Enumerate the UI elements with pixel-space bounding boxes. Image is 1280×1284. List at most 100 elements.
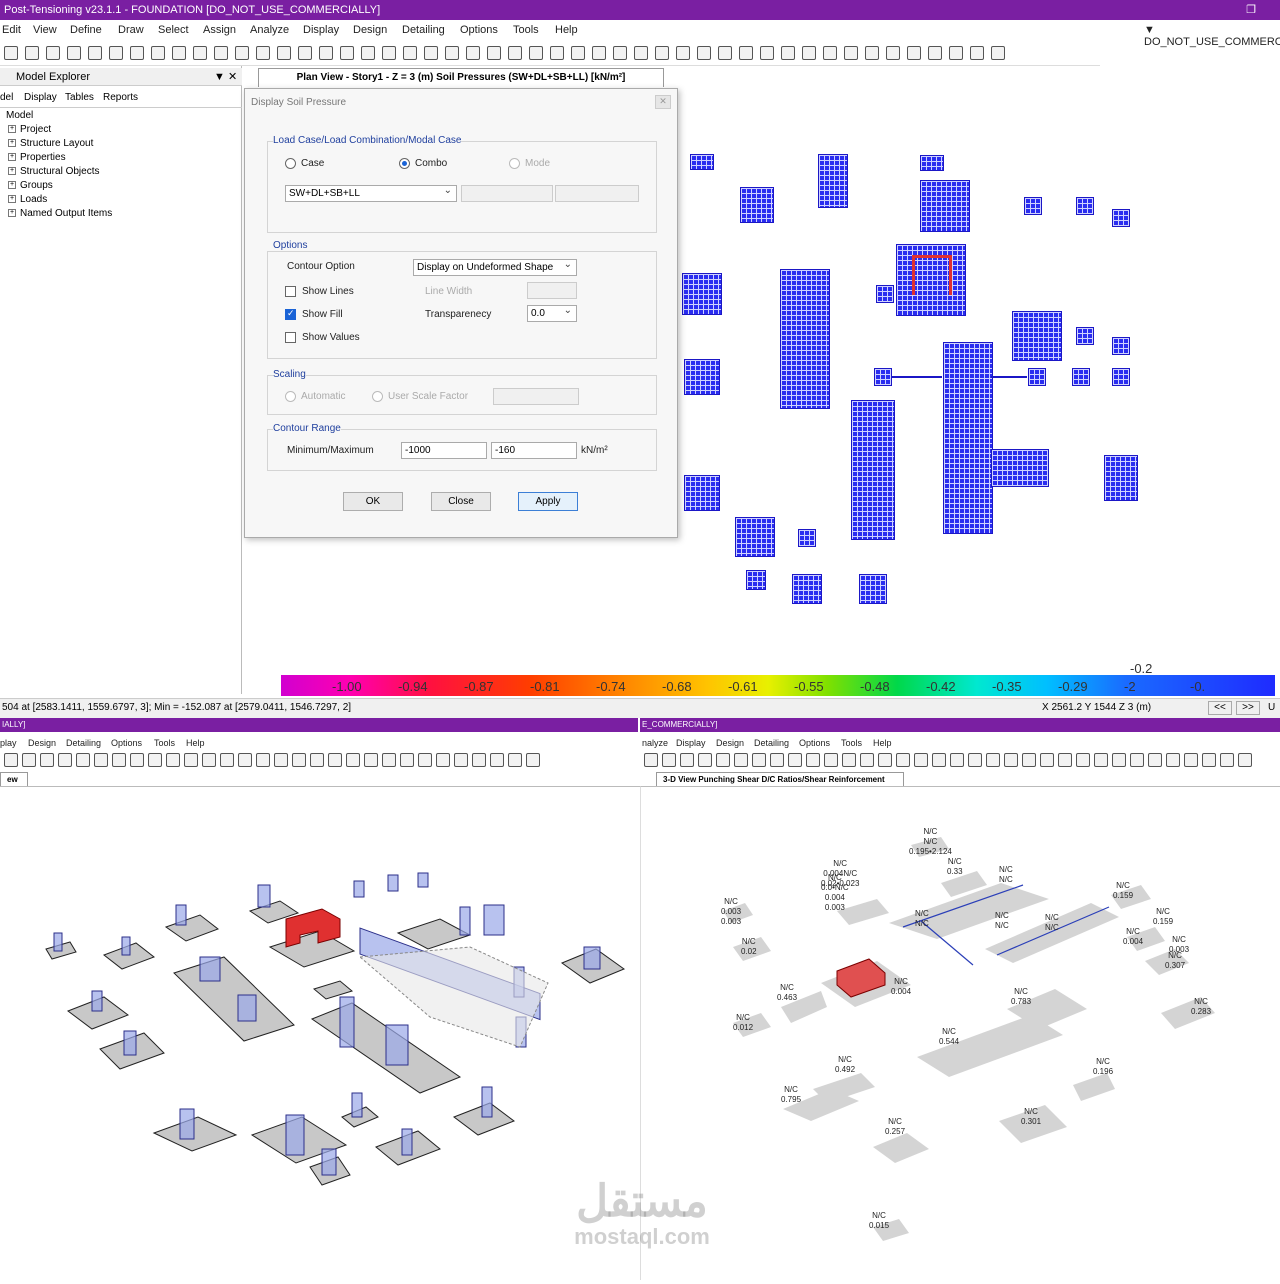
toolbar-icon[interactable] [1076, 753, 1090, 767]
toolbar-icon[interactable] [1166, 753, 1180, 767]
toolbar-icon[interactable] [148, 753, 162, 767]
menu-draw[interactable]: Draw [118, 24, 144, 36]
toolbar-icon[interactable] [824, 753, 838, 767]
toolbar-icon[interactable] [806, 753, 820, 767]
max-field[interactable]: -160 [491, 442, 577, 459]
toolbar-icon[interactable] [676, 46, 690, 60]
contour-option-select[interactable]: Display on Undeformed Shape [413, 257, 577, 276]
toolbar-icon[interactable] [361, 46, 375, 60]
close-button[interactable]: Close [431, 492, 491, 511]
left-menu-tools[interactable]: Tools [154, 738, 175, 748]
tab-plan-view[interactable]: Plan View - Story1 - Z = 3 (m) Soil Pres… [258, 68, 664, 87]
menu-define[interactable]: Define [70, 24, 102, 36]
toolbar-icon[interactable] [346, 753, 360, 767]
ok-button[interactable]: OK [343, 492, 403, 511]
menu-help[interactable]: Help [555, 24, 578, 36]
tab-tables[interactable]: Tables [65, 92, 94, 103]
units-button[interactable]: U [1268, 699, 1275, 717]
toolbar-icon[interactable] [991, 46, 1005, 60]
toolbar-icon[interactable] [526, 753, 540, 767]
toolbar-icon[interactable] [292, 753, 306, 767]
toolbar-icon[interactable] [734, 753, 748, 767]
next-button[interactable]: >> [1236, 701, 1260, 715]
tree-item-structural-objects[interactable]: + Structural Objects [8, 166, 99, 177]
toolbar-icon[interactable] [256, 46, 270, 60]
toolbar-icon[interactable] [896, 753, 910, 767]
toolbar-icon[interactable] [986, 753, 1000, 767]
right-menu-display[interactable]: Display [676, 738, 706, 748]
menu-display[interactable]: Display [303, 24, 339, 36]
left-menu-options[interactable]: Options [111, 738, 142, 748]
toolbar-icon[interactable] [184, 753, 198, 767]
toolbar-icon[interactable] [662, 753, 676, 767]
toolbar-icon[interactable] [1184, 753, 1198, 767]
toolbar-icon[interactable] [4, 753, 18, 767]
tree-item-properties[interactable]: + Properties [8, 152, 66, 163]
toolbar-icon[interactable] [823, 46, 837, 60]
pin-icon[interactable]: ▼ [214, 68, 225, 86]
toolbar-icon[interactable] [529, 46, 543, 60]
toolbar-icon[interactable] [382, 753, 396, 767]
toolbar-icon[interactable] [508, 753, 522, 767]
toolbar-icon[interactable] [238, 753, 252, 767]
menu-options[interactable]: Options [460, 24, 498, 36]
toolbar-icon[interactable] [445, 46, 459, 60]
right-menu-tools[interactable]: Tools [841, 738, 862, 748]
toolbar-icon[interactable] [928, 46, 942, 60]
toolbar-icon[interactable] [886, 46, 900, 60]
combo-radio[interactable] [399, 158, 410, 169]
right-menu-help[interactable]: Help [873, 738, 892, 748]
toolbar-icon[interactable] [680, 753, 694, 767]
toolbar-icon[interactable] [166, 753, 180, 767]
tree-item-project[interactable]: + Project [8, 124, 51, 135]
toolbar-icon[interactable] [1202, 753, 1216, 767]
toolbar-icon[interactable] [802, 46, 816, 60]
toolbar-icon[interactable] [550, 46, 564, 60]
toolbar-icon[interactable] [571, 46, 585, 60]
toolbar-icon[interactable] [644, 753, 658, 767]
toolbar-icon[interactable] [364, 753, 378, 767]
toolbar-icon[interactable] [781, 46, 795, 60]
right-menu-design[interactable]: Design [716, 738, 744, 748]
tab-display[interactable]: Display [24, 92, 57, 103]
toolbar-icon[interactable] [310, 753, 324, 767]
toolbar-icon[interactable] [94, 753, 108, 767]
toolbar-icon[interactable] [151, 46, 165, 60]
left-pane-tab[interactable]: ew [0, 772, 28, 786]
menu-tools[interactable]: Tools [513, 24, 539, 36]
toolbar-icon[interactable] [58, 753, 72, 767]
menu-assign[interactable]: Assign [203, 24, 236, 36]
toolbar-icon[interactable] [698, 753, 712, 767]
toolbar-icon[interactable] [739, 46, 753, 60]
menu-analyze[interactable]: Analyze [250, 24, 289, 36]
toolbar-icon[interactable] [319, 46, 333, 60]
toolbar-icon[interactable] [235, 46, 249, 60]
tree-root[interactable]: Model [6, 110, 33, 121]
toolbar-icon[interactable] [1130, 753, 1144, 767]
automatic-radio[interactable] [285, 391, 296, 402]
toolbar-icon[interactable] [400, 753, 414, 767]
toolbar-icon[interactable] [424, 46, 438, 60]
toolbar-icon[interactable] [844, 46, 858, 60]
toolbar-icon[interactable] [860, 753, 874, 767]
left-menu-design[interactable]: Design [28, 738, 56, 748]
toolbar-icon[interactable] [436, 753, 450, 767]
left-menu-detailing[interactable]: Detailing [66, 738, 101, 748]
toolbar-icon[interactable] [490, 753, 504, 767]
toolbar-icon[interactable] [4, 46, 18, 60]
toolbar-icon[interactable] [592, 46, 606, 60]
menu-edit[interactable]: Edit [2, 24, 21, 36]
restore-icon[interactable]: ❐ [1246, 0, 1256, 20]
toolbar-icon[interactable] [202, 753, 216, 767]
toolbar-icon[interactable] [382, 46, 396, 60]
toolbar-icon[interactable] [1004, 753, 1018, 767]
toolbar-icon[interactable] [328, 753, 342, 767]
toolbar-icon[interactable] [298, 46, 312, 60]
toolbar-icon[interactable] [788, 753, 802, 767]
toolbar-icon[interactable] [907, 46, 921, 60]
toolbar-icon[interactable] [418, 753, 432, 767]
toolbar-icon[interactable] [508, 46, 522, 60]
apply-button[interactable]: Apply [518, 492, 578, 511]
toolbar-icon[interactable] [130, 753, 144, 767]
toolbar-icon[interactable] [220, 753, 234, 767]
